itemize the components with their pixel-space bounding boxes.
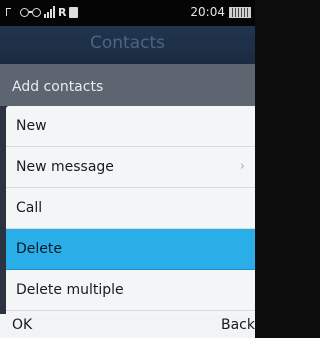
status-time: 20:04 <box>190 5 225 19</box>
page-title: Contacts <box>90 33 165 53</box>
sim-card-icon <box>69 6 79 18</box>
menu-item-new-message[interactable]: New message › <box>6 147 255 188</box>
network-indicator-icon <box>6 8 11 16</box>
options-menu: New New message › Call Delete Delete mul… <box>6 106 255 314</box>
title-bar: Contacts <box>0 26 255 64</box>
menu-item-call[interactable]: Call <box>6 188 255 229</box>
menu-item-label: New <box>16 118 47 134</box>
add-contacts-label: Add contacts <box>12 79 104 95</box>
chevron-right-icon: › <box>239 159 245 174</box>
menu-item-label: Delete <box>16 241 62 257</box>
menu-item-label: New message <box>16 159 114 175</box>
softkey-bar: OK Back <box>0 314 255 338</box>
add-contacts-header: Add contacts <box>0 64 255 106</box>
ok-softkey[interactable]: OK <box>12 317 32 333</box>
menu-item-delete[interactable]: Delete <box>6 229 255 270</box>
status-bar: R 20:04 <box>0 0 255 26</box>
status-icons-left: R <box>6 4 79 20</box>
menu-item-new[interactable]: New <box>6 106 255 147</box>
back-softkey[interactable]: Back <box>221 317 255 333</box>
signal-strength-icon <box>44 6 55 18</box>
menu-item-label: Delete multiple <box>16 282 124 298</box>
battery-icon <box>229 7 251 18</box>
menu-item-delete-multiple[interactable]: Delete multiple <box>6 270 255 311</box>
menu-item-label: Call <box>16 200 43 216</box>
roaming-indicator: R <box>58 5 67 19</box>
phone-screen: R 20:04 Contacts Add contacts New New me… <box>0 0 255 338</box>
voicemail-icon <box>20 7 41 17</box>
